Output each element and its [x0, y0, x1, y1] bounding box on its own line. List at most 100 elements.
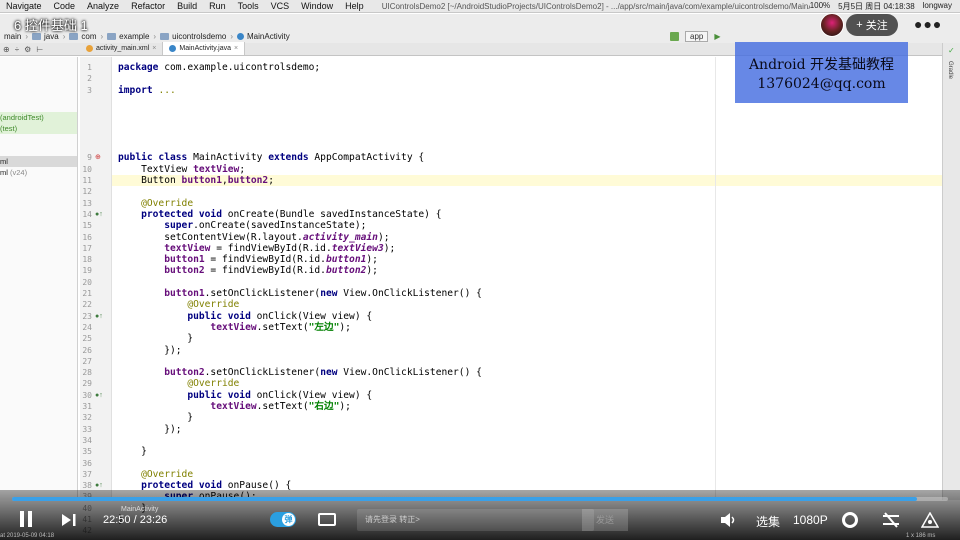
code-line[interactable]: TextView textView; [112, 164, 245, 175]
crumb-uicontrolsdemo[interactable]: uicontrolsdemo [156, 32, 230, 41]
project-tree-item[interactable] [0, 145, 77, 156]
pause-button[interactable] [20, 511, 36, 527]
code-line[interactable]: @Override [112, 198, 193, 209]
target-icon[interactable]: ⊕ [3, 45, 10, 54]
menu-item-navigate[interactable]: Navigate [0, 1, 48, 11]
code-line[interactable]: button2.setOnClickListener(new View.OnCl… [112, 367, 482, 378]
code-line[interactable]: textView.setText("左边"); [112, 322, 351, 333]
project-tree-item[interactable] [0, 101, 77, 112]
menu-item-tools[interactable]: Tools [232, 1, 265, 11]
code-line[interactable]: setContentView(R.layout.activity_main); [112, 232, 389, 243]
code-line[interactable]: } [112, 412, 193, 423]
code-line[interactable] [112, 277, 118, 288]
project-tree-item[interactable] [0, 134, 77, 145]
class-icon [237, 33, 245, 40]
build-icon[interactable] [670, 32, 679, 41]
line-number: 25 [82, 334, 92, 344]
gradle-tool-button[interactable]: Gradle [947, 61, 953, 79]
next-button[interactable] [62, 513, 76, 526]
gear-icon[interactable]: ⚙ [24, 45, 31, 54]
menu-item-code[interactable]: Code [48, 1, 82, 11]
code-line[interactable]: @Override [112, 299, 239, 310]
code-line[interactable] [112, 141, 118, 152]
line-number: 17 [82, 243, 92, 253]
override-icon[interactable]: ●↑ [95, 311, 107, 322]
code-line[interactable] [112, 96, 118, 107]
progress-fill [12, 497, 918, 501]
project-tree-item[interactable] [0, 90, 77, 101]
code-line[interactable]: button2 = findViewById(R.id.button2); [112, 265, 378, 276]
follow-button[interactable]: + 关注 [846, 14, 898, 36]
hide-icon[interactable]: ⊢ [36, 45, 43, 54]
code-line[interactable]: package com.example.uicontrolsdemo; [112, 62, 320, 73]
line-number: 1 [87, 63, 92, 72]
close-icon[interactable]: × [152, 45, 156, 52]
code-line[interactable] [112, 186, 118, 197]
code-line[interactable]: protected void onCreate(Bundle savedInst… [112, 209, 441, 220]
code-line[interactable]: button1 = findViewById(R.id.button1); [112, 254, 378, 265]
code-line[interactable]: } [112, 333, 193, 344]
project-tree-item[interactable] [0, 79, 77, 90]
project-tree-item[interactable] [0, 68, 77, 79]
collapse-icon[interactable]: ÷ [15, 45, 19, 54]
code-line[interactable]: import ... [112, 85, 176, 96]
code-line[interactable]: }); [112, 424, 181, 435]
menu-item-refactor[interactable]: Refactor [125, 1, 171, 11]
watermark-email: 1376024@qq.com [757, 75, 886, 92]
reaction-icon[interactable] [920, 511, 940, 528]
menu-item-build[interactable]: Build [171, 1, 203, 11]
code-line[interactable] [112, 435, 118, 446]
user-name[interactable]: longway [923, 1, 952, 12]
code-line[interactable]: public void onClick(View view) { [112, 390, 372, 401]
pip-icon[interactable] [882, 512, 899, 528]
volume-icon[interactable] [720, 512, 736, 528]
tab-activity-main-xml[interactable]: activity_main.xml × [80, 42, 164, 55]
send-button[interactable]: 发送 [582, 509, 628, 531]
override-icon[interactable]: ●↑ [95, 390, 107, 401]
code-line[interactable]: textView = findViewById(R.id.textView3); [112, 243, 395, 254]
menu-item-analyze[interactable]: Analyze [81, 1, 125, 11]
project-tree-item[interactable]: ml (v24) [0, 167, 77, 178]
danmaku-toggle[interactable]: 弹 [270, 512, 296, 527]
project-tree-item[interactable]: ml [0, 156, 77, 167]
quality-button[interactable]: 1080P [793, 513, 828, 527]
tab-mainactivity-java[interactable]: MainActivity.java × [163, 42, 246, 55]
code-editor[interactable]: package com.example.uicontrolsdemo; impor… [112, 57, 942, 525]
code-line[interactable] [112, 73, 118, 84]
avatar[interactable] [820, 13, 844, 37]
code-line[interactable]: } [112, 446, 147, 457]
danmaku-settings-icon[interactable] [318, 513, 336, 526]
class-run-icon[interactable]: ⊕ [95, 152, 107, 163]
run-config-select[interactable]: app [685, 31, 709, 42]
gear-icon[interactable] [842, 512, 858, 528]
code-line[interactable]: @Override [112, 378, 239, 389]
menu-item-window[interactable]: Window [295, 1, 339, 11]
run-icon[interactable]: ▶ [714, 32, 720, 41]
code-line[interactable]: public void onClick(View view) { [112, 311, 372, 322]
code-line[interactable]: public class MainActivity extends AppCom… [112, 152, 424, 163]
menu-item-vcs[interactable]: VCS [265, 1, 296, 11]
episodes-button[interactable]: 选集 [756, 513, 780, 530]
code-line[interactable] [112, 356, 118, 367]
crumb-example[interactable]: example [103, 32, 153, 41]
menu-item-run[interactable]: Run [203, 1, 232, 11]
project-tree-item[interactable]: (androidTest) [0, 112, 77, 123]
project-tree-item[interactable] [0, 57, 77, 68]
crumb-mainactivity[interactable]: MainActivity [233, 32, 294, 41]
code-line[interactable] [112, 458, 118, 469]
code-line[interactable]: @Override [112, 469, 193, 480]
code-line[interactable] [112, 130, 118, 141]
code-line[interactable]: }); [112, 345, 181, 356]
code-line[interactable]: button1.setOnClickListener(new View.OnCl… [112, 288, 482, 299]
project-tree-item[interactable]: (test) [0, 123, 77, 134]
code-line[interactable]: textView.setText("右边"); [112, 401, 351, 412]
code-line[interactable] [112, 119, 118, 130]
danmaku-input[interactable]: 请先登录 转正> [357, 509, 594, 531]
code-line[interactable] [112, 107, 118, 118]
close-icon[interactable]: × [234, 45, 238, 52]
override-icon[interactable]: ●↑ [95, 209, 107, 220]
code-line[interactable]: super.onCreate(savedInstanceState); [112, 220, 366, 231]
menu-item-help[interactable]: Help [339, 1, 370, 11]
code-line[interactable]: Button button1,button2; [112, 175, 942, 187]
more-icon[interactable]: ●●● [914, 16, 942, 32]
